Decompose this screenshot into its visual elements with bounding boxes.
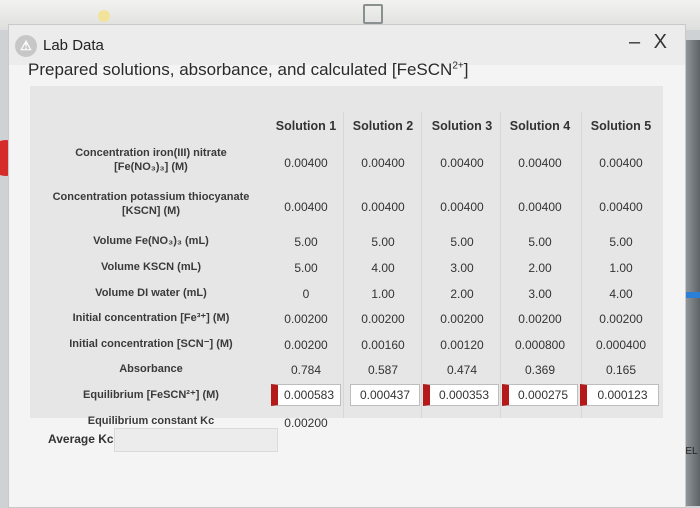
row-label-line: Concentration iron(III) nitrate <box>75 147 227 159</box>
cell-absorbance-2: 0.587 <box>367 363 399 377</box>
cell-vol-kscn-4: 2.00 <box>528 261 552 275</box>
cell-init-scn-5: 0.000400 <box>595 338 647 352</box>
background-yellow-dot <box>98 10 110 22</box>
row-label-kscn-concentration: Concentration potassium thiocyanate [KSC… <box>38 190 264 218</box>
average-kc-label: Average Kc <box>48 432 114 446</box>
cell-init-scn-2: 0.00160 <box>361 338 405 352</box>
eq-fescn-input-5[interactable]: 0.000123 <box>580 384 659 406</box>
column-divider <box>421 112 422 418</box>
table-heading: Prepared solutions, absorbance, and calc… <box>28 60 468 80</box>
row-label-volume-kscn: Volume KSCN (mL) <box>100 261 202 273</box>
cell-absorbance-5: 0.165 <box>605 363 637 377</box>
cell-vol-fe-4: 5.00 <box>528 235 552 249</box>
row-label-initial-scn: Initial concentration [SCN⁻] (M) <box>69 338 233 350</box>
column-header-solution-5: Solution 5 <box>590 119 652 133</box>
heading-superscript: 2+ <box>452 60 464 72</box>
cell-fe-conc-5: 0.00400 <box>599 156 643 170</box>
background-blue-strip <box>686 292 700 298</box>
title-bar[interactable]: ⚠ Lab Data – X <box>9 25 685 65</box>
cell-init-scn-1: 0.00200 <box>284 338 328 352</box>
cell-fe-conc-1: 0.00400 <box>284 156 328 170</box>
heading-text: Prepared solutions, absorbance, and calc… <box>28 60 453 79</box>
cell-vol-kscn-2: 4.00 <box>371 261 395 275</box>
app-badge-icon: ⚠ <box>15 35 37 57</box>
column-header-solution-3: Solution 3 <box>431 119 493 133</box>
cell-vol-water-4: 3.00 <box>528 287 552 301</box>
cell-vol-fe-1: 5.00 <box>294 235 318 249</box>
average-kc-input[interactable] <box>114 428 278 452</box>
cell-init-fe-5: 0.00200 <box>599 312 643 326</box>
minimize-button[interactable]: – <box>629 31 644 53</box>
eq-fescn-input-4[interactable]: 0.000275 <box>502 384 578 406</box>
column-divider <box>581 112 582 418</box>
cell-fe-conc-2: 0.00400 <box>361 156 405 170</box>
cell-vol-water-1: 0 <box>302 287 310 301</box>
cell-fe-conc-3: 0.00400 <box>440 156 484 170</box>
column-divider <box>500 112 501 418</box>
cell-vol-water-5: 4.00 <box>609 287 633 301</box>
cell-init-scn-3: 0.00120 <box>440 338 484 352</box>
cell-fe-conc-4: 0.00400 <box>518 156 562 170</box>
cell-init-fe-3: 0.00200 <box>440 312 484 326</box>
row-label-equilibrium-fescn: Equilibrium [FeSCN²⁺] (M) <box>83 389 219 401</box>
cell-kscn-conc-4: 0.00400 <box>518 200 562 214</box>
row-label-line: [Fe(NO₃)₃] (M) <box>114 161 188 173</box>
eq-fescn-input-3[interactable]: 0.000353 <box>423 384 499 406</box>
column-header-solution-2: Solution 2 <box>352 119 414 133</box>
cell-kc-1: 0.00200 <box>284 416 328 430</box>
cell-vol-water-2: 1.00 <box>371 287 395 301</box>
cell-kscn-conc-3: 0.00400 <box>440 200 484 214</box>
window-controls: – X <box>629 31 671 54</box>
window-title: Lab Data <box>43 37 104 54</box>
background-clip-icon <box>363 4 383 24</box>
row-label-volume-water: Volume DI water (mL) <box>95 287 207 299</box>
cell-absorbance-3: 0.474 <box>446 363 478 377</box>
cell-kscn-conc-2: 0.00400 <box>361 200 405 214</box>
row-label-iron-concentration: Concentration iron(III) nitrate [Fe(NO₃)… <box>38 146 264 174</box>
heading-end: ] <box>463 60 469 79</box>
row-label-volume-fe: Volume Fe(NO₃)₃ (mL) <box>93 235 209 247</box>
cell-vol-kscn-3: 3.00 <box>450 261 474 275</box>
row-label-equilibrium-constant: Equilibrium constant Kc <box>87 415 215 427</box>
column-header-solution-1: Solution 1 <box>275 119 337 133</box>
eq-fescn-input-2[interactable]: 0.000437 <box>350 384 420 406</box>
cell-absorbance-1: 0.784 <box>290 363 322 377</box>
cell-vol-fe-3: 5.00 <box>450 235 474 249</box>
close-button[interactable]: X <box>654 31 671 53</box>
cell-init-fe-1: 0.00200 <box>284 312 328 326</box>
column-divider <box>343 112 344 418</box>
row-label-initial-fe: Initial concentration [Fe³⁺] (M) <box>72 312 230 324</box>
column-header-solution-4: Solution 4 <box>509 119 571 133</box>
row-label-line: [KSCN] (M) <box>121 205 181 217</box>
cell-vol-kscn-1: 5.00 <box>294 261 318 275</box>
cell-vol-fe-2: 5.00 <box>371 235 395 249</box>
cell-vol-water-3: 2.00 <box>450 287 474 301</box>
row-label-absorbance: Absorbance <box>119 363 183 375</box>
eq-fescn-input-1[interactable]: 0.000583 <box>271 384 341 406</box>
cell-absorbance-4: 0.369 <box>524 363 556 377</box>
cell-vol-fe-5: 5.00 <box>609 235 633 249</box>
cell-kscn-conc-1: 0.00400 <box>284 200 328 214</box>
cell-kscn-conc-5: 0.00400 <box>599 200 643 214</box>
cell-init-scn-4: 0.000800 <box>514 338 566 352</box>
cell-vol-kscn-5: 1.00 <box>609 261 633 275</box>
cell-init-fe-2: 0.00200 <box>361 312 405 326</box>
cell-init-fe-4: 0.00200 <box>518 312 562 326</box>
row-label-line: Concentration potassium thiocyanate <box>52 191 250 203</box>
